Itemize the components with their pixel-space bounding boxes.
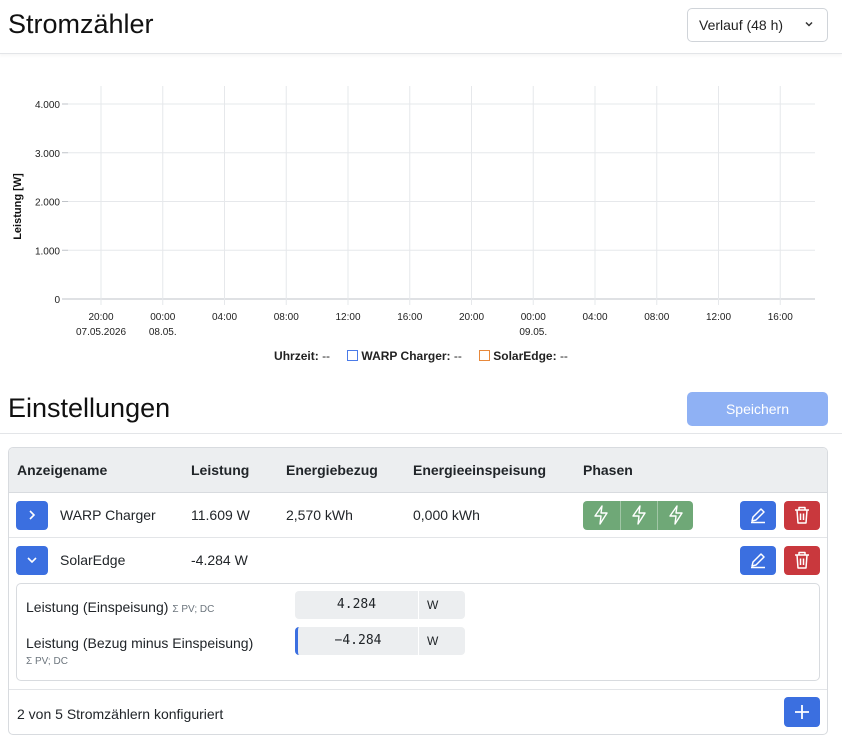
col-header-power: Leistung [191, 462, 250, 478]
lightning-icon [594, 505, 608, 525]
meter-details: Leistung (Einspeisung) Σ PV; DC 4.284 W L… [16, 583, 820, 681]
delete-button[interactable] [784, 546, 820, 575]
chart-legend: Uhrzeit: -- WARP Charger: -- SolarEdge: … [274, 349, 568, 363]
col-header-phases: Phasen [583, 462, 633, 478]
meters-table: Anzeigename Leistung Energiebezug Energi… [8, 447, 828, 735]
meter-name: SolarEdge [60, 552, 126, 568]
header: Stromzähler Verlauf (48 h) [0, 0, 842, 54]
x-tick-label: 00:00 [521, 312, 546, 323]
detail-label: Leistung (Bezug minus Einspeisung) [26, 635, 254, 651]
x-tick-date-label: 09.05. [519, 327, 547, 338]
x-tick-label: 16:00 [397, 312, 422, 323]
legend-swatch-warp[interactable] [347, 350, 359, 361]
meter-import: 2,570 kWh [286, 507, 353, 523]
meter-name: WARP Charger [60, 507, 156, 523]
phase-l3 [657, 501, 693, 530]
legend-series-warp: WARP Charger [361, 349, 447, 363]
y-tick-label: 2.000 [35, 198, 60, 209]
power-chart-svg: 4.000 3.000 2.000 1.000 0 20:00 07.05.2026 00:0… [12, 86, 815, 338]
x-tick-label: 12:00 [335, 312, 360, 323]
pencil-icon [751, 508, 765, 524]
y-tick-label: 0 [54, 295, 60, 306]
col-header-import: Energiebezug [286, 462, 378, 478]
x-tick-label: 08:00 [644, 312, 669, 323]
view-select[interactable]: Verlauf (48 h) [687, 8, 828, 42]
trash-icon [795, 506, 809, 524]
col-header-name: Anzeigename [17, 462, 108, 478]
phase-indicators [583, 501, 693, 530]
phase-l1 [583, 501, 619, 530]
trash-icon [795, 551, 809, 569]
x-tick-label: 04:00 [582, 312, 607, 323]
detail-value: 4.284 [295, 591, 418, 619]
page-title: Stromzähler [8, 9, 154, 39]
x-tick-label: 20:00 [459, 312, 484, 323]
x-tick-label: 00:00 [150, 312, 175, 323]
table-header: Anzeigename Leistung Energiebezug Energi… [9, 448, 827, 493]
lightning-icon [631, 505, 646, 525]
legend-series-solaredge: SolarEdge [493, 349, 553, 363]
legend-value-warp: -- [453, 349, 462, 363]
chevron-down-icon [27, 557, 37, 564]
table-row: SolarEdge -4.284 W [9, 538, 827, 583]
view-select-value: Verlauf (48 h) [699, 17, 784, 33]
phase-l2 [620, 501, 656, 530]
detail-hint: Σ PV; DC [26, 656, 68, 667]
settings-title: Einstellungen [8, 393, 171, 423]
pencil-icon [751, 553, 765, 569]
power-chart: 4.000 3.000 2.000 1.000 0 20:00 07.05.2026 00:0… [0, 78, 842, 378]
table-footer: 2 von 5 Stromzählern konfiguriert [9, 689, 827, 734]
meters-count-text: 2 von 5 Stromzählern konfiguriert [17, 706, 224, 722]
detail-unit: W [419, 627, 465, 655]
x-tick-label: 16:00 [768, 312, 793, 323]
x-tick-label: 04:00 [212, 312, 237, 323]
table-row: WARP Charger 11.609 W 2,570 kWh 0,000 kW… [9, 493, 827, 538]
edit-button[interactable] [740, 546, 776, 575]
divider [0, 433, 842, 434]
meter-power: -4.284 W [191, 552, 248, 568]
chevron-down-icon [805, 21, 813, 27]
detail-unit: W [419, 591, 465, 619]
delete-button[interactable] [784, 501, 820, 530]
y-axis-title: Leistung [W] [12, 173, 24, 240]
legend-time-label: Uhrzeit: [274, 349, 319, 363]
x-tick-date-label: 08.05. [149, 327, 177, 338]
x-tick-label: 20:00 [88, 312, 113, 323]
x-tick-label: 12:00 [706, 312, 731, 323]
collapse-button[interactable] [16, 546, 48, 575]
meter-export: 0,000 kWh [413, 507, 480, 523]
legend-swatch-solaredge[interactable] [479, 350, 491, 361]
x-tick-date-label: 07.05.2026 [76, 327, 126, 338]
edit-button[interactable] [740, 501, 776, 530]
legend-value-solaredge: -- [559, 349, 568, 363]
y-tick-label: 3.000 [35, 149, 60, 160]
add-meter-button[interactable] [784, 697, 820, 727]
x-tick-label: 08:00 [274, 312, 299, 323]
save-button[interactable]: Speichern [687, 392, 828, 426]
y-tick-label: 4.000 [35, 100, 60, 111]
col-header-export: Energieeinspeisung [413, 462, 547, 478]
lightning-icon [668, 505, 683, 525]
detail-label: Leistung (Einspeisung) Σ PV; DC [26, 599, 215, 615]
legend-time-value: -- [322, 349, 331, 363]
plus-icon [795, 705, 809, 719]
expand-button[interactable] [16, 501, 48, 530]
detail-hint: Σ PV; DC [172, 604, 215, 615]
meter-power: 11.609 W [191, 507, 250, 523]
y-tick-label: 1.000 [35, 246, 60, 257]
chevron-right-icon [29, 510, 36, 520]
detail-value: −4.284 [295, 627, 418, 655]
